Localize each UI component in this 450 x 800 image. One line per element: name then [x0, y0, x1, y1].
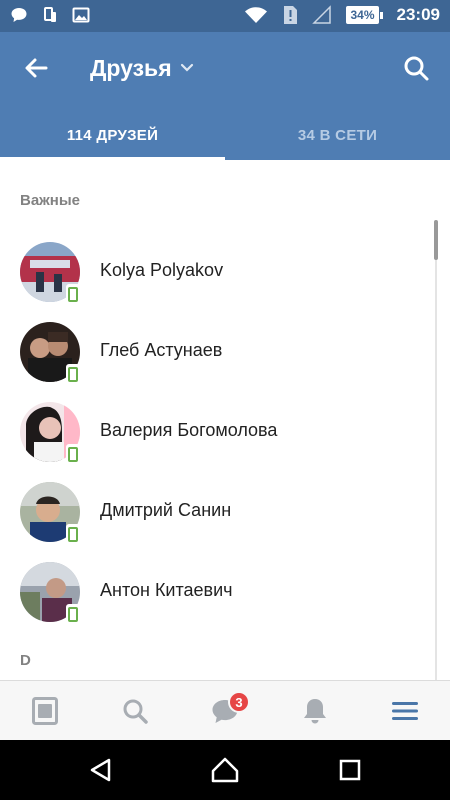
arrow-left-icon: [25, 58, 48, 78]
menu-icon: [392, 702, 418, 720]
friend-row[interactable]: Антон Китаевич: [0, 552, 430, 632]
friend-name: Антон Китаевич: [100, 580, 233, 600]
triangle-back-icon: [90, 758, 111, 782]
system-back-button[interactable]: [84, 754, 116, 786]
square-recents-icon: [339, 759, 361, 781]
sim-alert-icon: [284, 6, 298, 24]
chat-notification-icon: [11, 8, 27, 22]
friend-row[interactable]: Валерия Богомолова: [0, 392, 430, 472]
mobile-online-icon: [66, 444, 80, 464]
nav-menu[interactable]: [385, 693, 425, 729]
mobile-online-icon: [66, 284, 80, 304]
signal-icon: [312, 5, 332, 24]
mobile-online-icon: [66, 524, 80, 544]
friend-name: Kolya Polyakov: [100, 260, 224, 280]
system-recents-button[interactable]: [334, 754, 366, 786]
messages-badge: 3: [228, 691, 250, 713]
search-icon: [404, 56, 429, 81]
page-title: Друзья: [90, 54, 172, 81]
home-icon: [211, 757, 239, 783]
tab-bar: 114 ДРУЗЕЙ 34 В СЕТИ: [0, 110, 450, 160]
section-header-letter: D: [20, 652, 31, 669]
battery-indicator: 34%: [346, 6, 383, 24]
battery-percent: 34%: [346, 6, 379, 24]
back-button[interactable]: [20, 52, 52, 84]
friend-name: Глеб Астунаев: [100, 340, 223, 360]
notifications-icon: [304, 699, 326, 724]
scrollbar-track: [435, 260, 437, 680]
friend-row[interactable]: Kolya Polyakov: [0, 232, 430, 312]
system-home-button[interactable]: [209, 754, 241, 786]
search-button[interactable]: [400, 52, 432, 84]
nav-news[interactable]: [25, 693, 65, 729]
nav-search[interactable]: [115, 693, 155, 729]
system-navigation-bar: [0, 740, 450, 800]
search-icon: [123, 699, 148, 724]
friends-list[interactable]: Важные Kolya Polyakov Глеб Астунаев Вале…: [0, 160, 450, 680]
status-bar: 34% 23:09: [0, 0, 450, 32]
bottom-navigation: 3: [0, 680, 450, 740]
tab-all-friends[interactable]: 114 ДРУЗЕЙ: [0, 110, 225, 160]
friend-row[interactable]: Дмитрий Санин: [0, 472, 430, 552]
battery-cap: [379, 11, 383, 19]
friend-row[interactable]: Глеб Астунаев: [0, 312, 430, 392]
mobile-online-icon: [66, 364, 80, 384]
app-bar: Друзья 114 ДРУЗЕЙ 34 В СЕТИ: [0, 32, 450, 160]
section-header-important: Важные: [20, 192, 81, 209]
mobile-online-icon: [66, 604, 80, 624]
friend-name: Валерия Богомолова: [100, 420, 278, 440]
chevron-down-icon: [180, 63, 193, 72]
image-notification-icon: [72, 7, 90, 23]
nav-notifications[interactable]: [295, 693, 335, 729]
scrollbar-thumb[interactable]: [434, 220, 438, 260]
status-time: 23:09: [396, 5, 440, 24]
wifi-icon: [245, 7, 268, 23]
news-icon: [32, 697, 58, 725]
friend-name: Дмитрий Санин: [100, 500, 232, 520]
title-dropdown[interactable]: Друзья: [90, 52, 194, 84]
tab-online-friends[interactable]: 34 В СЕТИ: [225, 110, 450, 160]
device-notification-icon: [44, 7, 56, 22]
